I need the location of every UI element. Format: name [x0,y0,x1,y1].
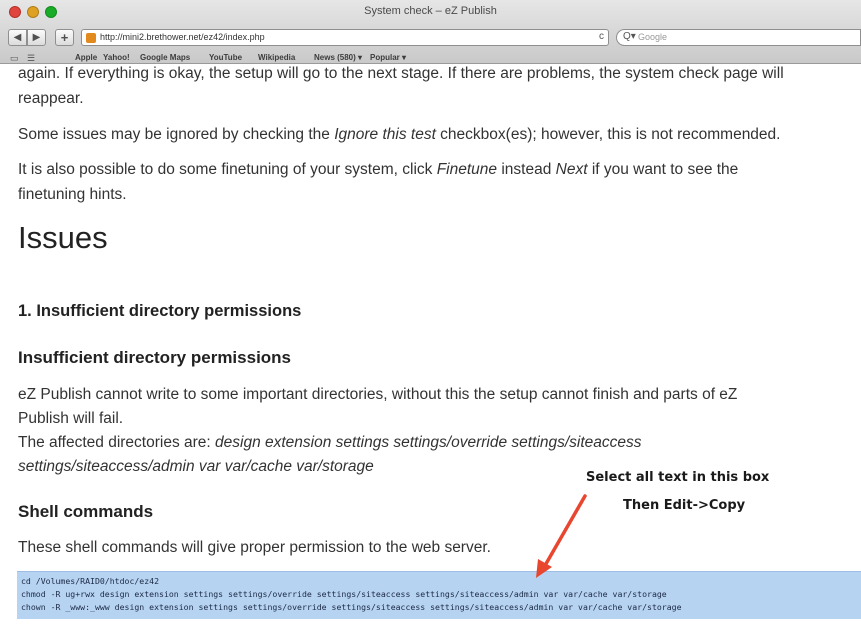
permissions-heading: Insufficient directory permissions [18,348,292,367]
add-bookmark-button[interactable]: + [55,29,74,46]
back-button[interactable]: ◀ [8,29,27,46]
affected-prefix: The affected directories are: [18,434,216,451]
command-line-chown[interactable]: chown -R _www:_www design extension sett… [21,602,682,612]
bookmark-youtube[interactable]: YouTube [209,53,242,62]
bookmark-news[interactable]: News (580) ▾ [314,53,362,62]
affected-directories-line-2: settings/siteaccess/admin var var/cache … [18,456,374,477]
page-content: again. If everything is okay, the setup … [0,64,861,638]
annotation-line-1: Select all text in this box [586,470,770,485]
shell-commands-heading: Shell commands [18,502,154,521]
issue-1-heading: 1. Insufficient directory permissions [18,302,302,320]
url-text[interactable]: http://mini2.brethower.net/ez42/index.ph… [100,32,265,42]
command-line-cd[interactable]: cd /Volumes/RAID0/htdoc/ez42 [21,576,159,586]
affected-directories-list-2: settings/siteaccess/admin var var/cache … [18,458,374,475]
bookmarks-list-icon[interactable]: ☰ [27,53,35,64]
annotation-line-2: Then Edit->Copy [623,498,746,513]
title-bar: System check – eZ Publish [0,0,861,24]
permissions-text-line-1: eZ Publish cannot write to some importan… [18,386,738,403]
intro-text-line-2: reappear. [18,90,84,107]
finetune-paragraph-line-2: finetuning hints. [18,186,127,203]
search-placeholder: Google [638,32,668,42]
bookmark-google-maps[interactable]: Google Maps [140,53,190,62]
search-icon[interactable]: Q▾ [623,31,636,42]
affected-directories-line-1: The affected directories are: design ext… [18,432,642,453]
shell-commands-description: These shell commands will give proper pe… [18,539,491,556]
permissions-text-line-2: Publish will fail. [18,410,124,427]
bookmark-apple[interactable]: Apple [75,53,97,62]
finetune-text-suffix: if you want to see the [587,161,739,178]
bookmark-wikipedia[interactable]: Wikipedia [258,53,295,62]
bookmark-yahoo[interactable]: Yahoo! [103,53,130,62]
ignore-test-paragraph: Some issues may be ignored by checking t… [18,124,780,145]
finetune-text-prefix: It is also possible to do some finetunin… [18,161,437,178]
shell-commands-box[interactable]: cd /Volumes/RAID0/htdoc/ez42 chmod -R ug… [17,571,861,619]
reload-icon[interactable]: c [599,31,604,42]
ignore-text-suffix: checkbox(es); however, this is not recom… [435,126,781,143]
bookmark-popular[interactable]: Popular ▾ [370,53,406,62]
window-title: System check – eZ Publish [364,5,497,17]
forward-button[interactable]: ▶ [27,29,46,46]
bookmarks-book-icon[interactable]: ▭ [10,53,19,64]
ignore-test-emphasis: Ignore this test [334,126,436,143]
bookmarks-bar: ▭ ☰ Apple Yahoo! Google Maps YouTube Wik… [0,50,861,64]
affected-directories-list-1: design extension settings settings/overr… [215,434,642,451]
next-emphasis: Next [555,161,588,178]
search-field[interactable]: Q▾ Google [616,29,861,46]
address-bar[interactable]: http://mini2.brethower.net/ez42/index.ph… [81,29,609,46]
intro-text-line-1: again. If everything is okay, the setup … [18,65,784,82]
command-line-chmod[interactable]: chmod -R ug+rwx design extension setting… [21,589,667,599]
finetune-paragraph-line-1: It is also possible to do some finetunin… [18,159,738,180]
browser-chrome: System check – eZ Publish ◀ ▶ + http://m… [0,0,861,64]
finetune-emphasis: Finetune [436,161,498,178]
site-favicon-icon [86,33,96,43]
finetune-text-mid: instead [497,161,556,178]
ignore-text-prefix: Some issues may be ignored by checking t… [18,126,335,143]
issues-heading: Issues [18,220,108,255]
browser-toolbar: ◀ ▶ + http://mini2.brethower.net/ez42/in… [0,27,861,49]
